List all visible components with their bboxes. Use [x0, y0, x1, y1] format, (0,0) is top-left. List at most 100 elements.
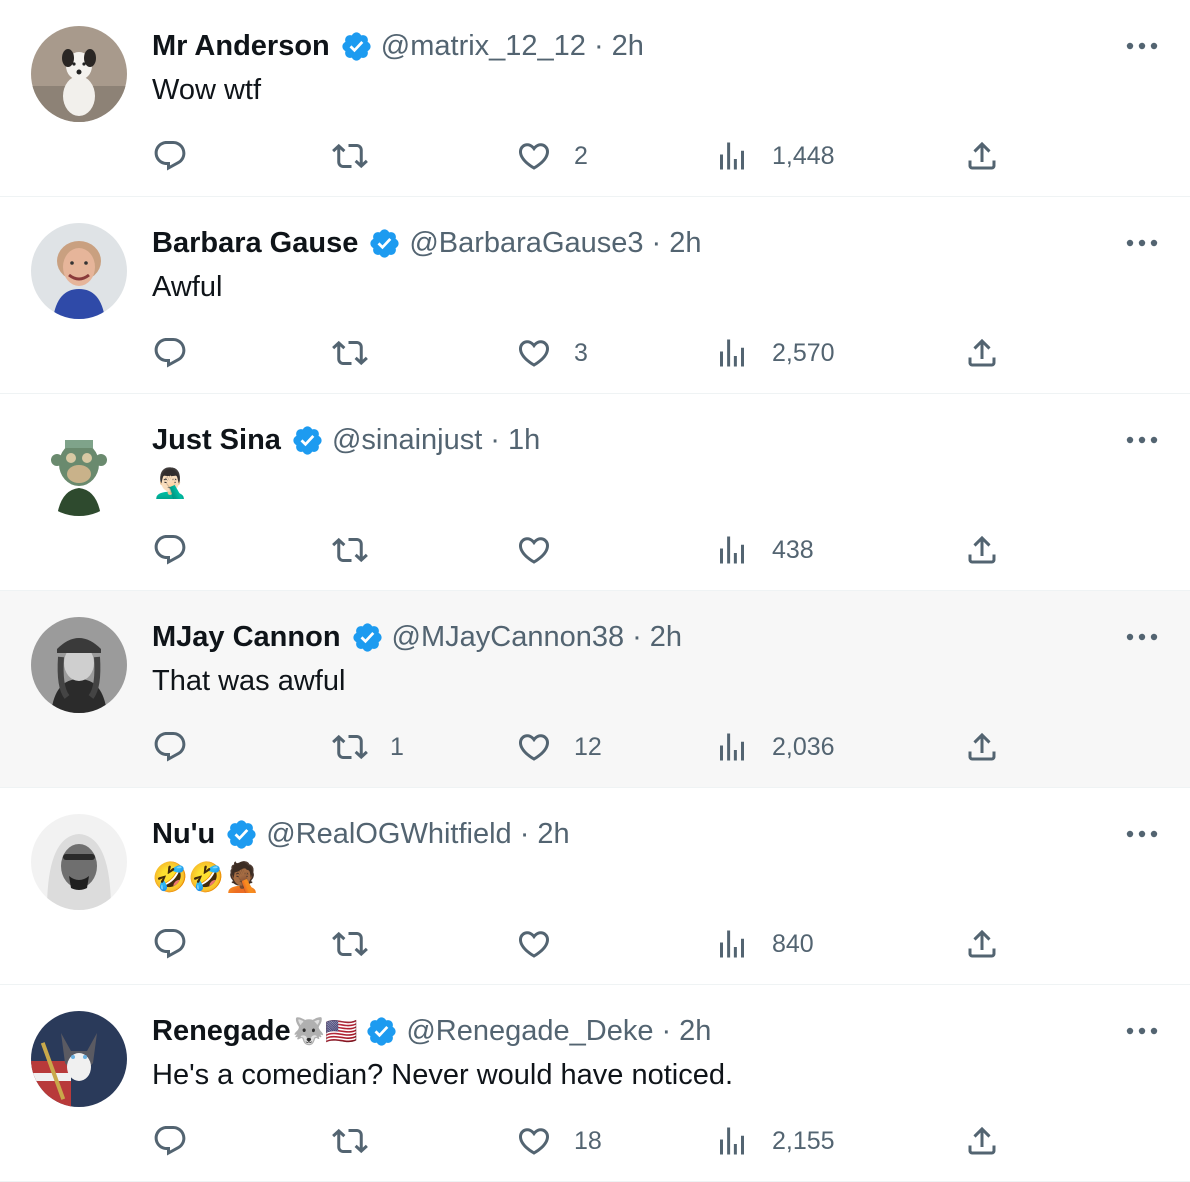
- share-button[interactable]: [964, 528, 1000, 572]
- verified-badge-icon: [351, 621, 384, 654]
- user-handle[interactable]: @matrix_12_12: [381, 28, 586, 64]
- tweet-text: Wow wtf: [152, 74, 262, 106]
- verified-badge-icon: [291, 424, 324, 457]
- views-bar-chart-icon: [720, 733, 744, 761]
- retweet-arrows-icon: [332, 931, 368, 957]
- more-options-button[interactable]: [1122, 816, 1162, 852]
- timestamp[interactable]: 2h: [537, 816, 569, 852]
- tweet[interactable]: Just Sina @sinainjust · 1h 🤦🏻‍♂️: [0, 394, 1190, 591]
- action-bar: 2 1,448: [0, 134, 1190, 178]
- display-name[interactable]: Renegade: [152, 1013, 291, 1049]
- like-button[interactable]: 3: [516, 331, 588, 375]
- share-button[interactable]: [964, 1119, 1000, 1163]
- retweet-count: 1: [390, 732, 404, 761]
- views-button[interactable]: 2,155: [714, 1119, 835, 1163]
- like-button[interactable]: 12: [516, 725, 602, 769]
- like-button[interactable]: [516, 922, 574, 966]
- reply-button[interactable]: [152, 922, 210, 966]
- retweet-button[interactable]: [332, 134, 390, 178]
- retweet-button[interactable]: [332, 922, 390, 966]
- more-dots-icon: [1126, 436, 1158, 444]
- avatar-woman-smiling-photo[interactable]: [31, 223, 127, 319]
- views-button[interactable]: 438: [714, 528, 814, 572]
- timestamp[interactable]: 2h: [679, 1013, 711, 1049]
- heart-icon: [518, 1128, 550, 1155]
- avatar-dog-photo[interactable]: [31, 26, 127, 122]
- timestamp[interactable]: 2h: [669, 225, 701, 261]
- views-count: 2,155: [772, 1126, 835, 1155]
- views-count: 2,036: [772, 732, 835, 761]
- user-handle[interactable]: @MJayCannon38: [392, 619, 625, 655]
- avatar-man-hood-photo[interactable]: [31, 814, 127, 910]
- user-handle[interactable]: @Renegade_Deke: [406, 1013, 653, 1049]
- separator-dot: ·: [519, 818, 530, 850]
- retweet-button[interactable]: [332, 1119, 390, 1163]
- share-upload-icon: [968, 141, 996, 170]
- tweet[interactable]: Barbara Gause @BarbaraGause3 · 2h Awful: [0, 197, 1190, 394]
- share-button[interactable]: [964, 331, 1000, 375]
- display-name[interactable]: Barbara Gause: [152, 225, 358, 261]
- display-name-emoji: 🐺🇺🇸: [292, 1016, 358, 1046]
- display-name[interactable]: Just Sina: [152, 422, 281, 458]
- share-button[interactable]: [964, 134, 1000, 178]
- share-button[interactable]: [964, 922, 1000, 966]
- display-name[interactable]: Mr Anderson: [152, 28, 330, 64]
- reply-button[interactable]: [152, 725, 210, 769]
- more-options-button[interactable]: [1122, 619, 1162, 655]
- tweet[interactable]: MJay Cannon @MJayCannon38 · 2h That was …: [0, 591, 1190, 788]
- action-bar: 3 2,570: [0, 331, 1190, 375]
- more-options-button[interactable]: [1122, 1013, 1162, 1049]
- separator-dot: ·: [632, 621, 642, 653]
- more-dots-icon: [1126, 239, 1158, 247]
- tweet-header: Mr Anderson @matrix_12_12 · 2h: [152, 28, 644, 64]
- views-button[interactable]: 1,448: [714, 134, 835, 178]
- timestamp[interactable]: 2h: [612, 28, 644, 64]
- more-options-button[interactable]: [1122, 225, 1162, 261]
- like-button[interactable]: 18: [516, 1119, 602, 1163]
- views-button[interactable]: 2,570: [714, 331, 835, 375]
- views-bar-chart-icon: [720, 142, 744, 170]
- heart-icon: [518, 143, 550, 170]
- tweet-header: Nu'u @RealOGWhitfield · 2h: [152, 816, 570, 852]
- avatar-woman-cap-photo[interactable]: [31, 617, 127, 713]
- share-button[interactable]: [964, 725, 1000, 769]
- avatar-ape-nft-art[interactable]: [31, 420, 127, 516]
- tweet[interactable]: Mr Anderson @matrix_12_12 · 2h Wow wtf 2…: [0, 0, 1190, 197]
- reply-button[interactable]: [152, 331, 210, 375]
- user-handle[interactable]: @BarbaraGause3: [409, 225, 643, 261]
- like-count: 2: [574, 141, 588, 170]
- tweet[interactable]: Nu'u @RealOGWhitfield · 2h 🤣🤣🤦🏾 840: [0, 788, 1190, 985]
- reply-bubble-icon: [154, 732, 186, 762]
- avatar-husky-flag-art[interactable]: [31, 1011, 127, 1107]
- views-bar-chart-icon: [720, 536, 744, 564]
- share-upload-icon: [968, 1126, 996, 1155]
- share-upload-icon: [968, 535, 996, 564]
- tweet-header: Renegade 🐺🇺🇸 @Renegade_Deke · 2h: [152, 1013, 711, 1049]
- heart-icon: [518, 931, 550, 958]
- tweet[interactable]: Renegade 🐺🇺🇸 @Renegade_Deke · 2h He's a …: [0, 985, 1190, 1182]
- display-name[interactable]: MJay Cannon: [152, 619, 341, 655]
- user-handle[interactable]: @sinainjust: [332, 422, 482, 458]
- action-bar: 1 12 2,036: [0, 725, 1190, 769]
- like-button[interactable]: [516, 528, 574, 572]
- views-button[interactable]: 840: [714, 922, 814, 966]
- views-button[interactable]: 2,036: [714, 725, 835, 769]
- views-count: 1,448: [772, 141, 835, 170]
- retweet-button[interactable]: 1: [332, 725, 404, 769]
- timestamp[interactable]: 1h: [508, 422, 540, 458]
- more-options-button[interactable]: [1122, 28, 1162, 64]
- reply-button[interactable]: [152, 134, 210, 178]
- reply-bubble-icon: [154, 1126, 186, 1156]
- retweet-button[interactable]: [332, 528, 390, 572]
- user-handle[interactable]: @RealOGWhitfield: [266, 816, 511, 852]
- retweet-button[interactable]: [332, 331, 390, 375]
- reply-button[interactable]: [152, 528, 210, 572]
- like-count: 3: [574, 338, 588, 367]
- more-dots-icon: [1126, 830, 1158, 838]
- more-options-button[interactable]: [1122, 422, 1162, 458]
- timestamp[interactable]: 2h: [650, 619, 682, 655]
- like-button[interactable]: 2: [516, 134, 588, 178]
- reply-button[interactable]: [152, 1119, 210, 1163]
- display-name[interactable]: Nu'u: [152, 816, 215, 852]
- separator-dot: ·: [651, 227, 662, 259]
